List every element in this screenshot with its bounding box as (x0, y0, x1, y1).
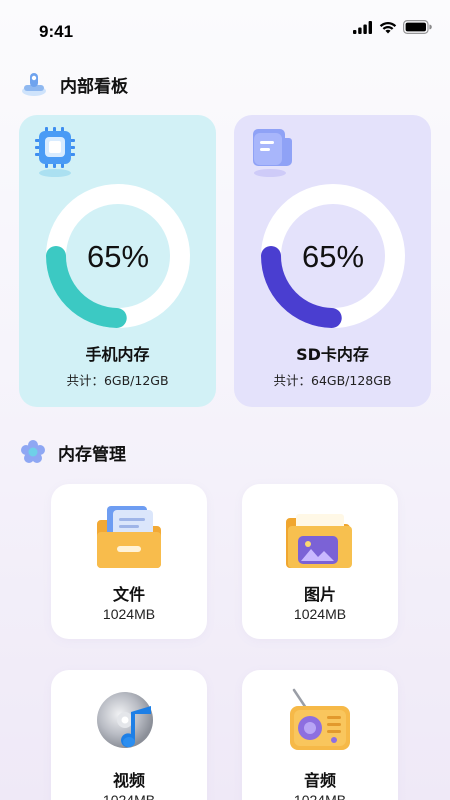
tile-files-size: 1024MB (102, 606, 156, 622)
phone-usage-percent: 65% (87, 239, 149, 274)
chip-icon (33, 127, 81, 183)
status-time: 9:41 (39, 22, 74, 41)
sd-storage-total: 共计：64GB/128GB (273, 373, 392, 388)
phone-usage-donut: 65% (46, 184, 190, 328)
dashboard-title: 内部看板 (60, 76, 128, 97)
dashboard-icon (22, 73, 46, 96)
tile-files-label: 文件 (112, 585, 145, 604)
status-icons (353, 20, 432, 34)
tile-photos[interactable]: 图片 1024MB (242, 484, 398, 639)
tile-photos-label: 图片 (303, 585, 336, 604)
signal-icon (353, 20, 372, 34)
management-header: 内存管理 (20, 439, 126, 465)
radio-icon (290, 688, 350, 750)
flower-icon (21, 440, 45, 463)
sd-card-icon (248, 127, 296, 183)
phone-storage-label: 手机内存 (85, 345, 150, 364)
folder-files-icon (97, 506, 161, 568)
status-bar: 9:41 (0, 0, 450, 58)
sd-storage-label: SD卡内存 (296, 345, 369, 364)
management-title: 内存管理 (58, 444, 126, 465)
disc-music-icon (97, 692, 153, 748)
tile-audio[interactable]: 音频 1024MB (242, 670, 398, 800)
phone-storage-card[interactable]: 65% 手机内存 共计：6GB/12GB (19, 115, 216, 407)
folder-photos-icon (286, 514, 352, 568)
sd-storage-card[interactable]: 65% SD卡内存 共计：64GB/128GB (234, 115, 431, 407)
tile-video-size: 1024MB (102, 792, 156, 800)
sd-usage-donut: 65% (261, 184, 405, 328)
tile-audio-label: 音频 (303, 771, 336, 790)
tile-video-label: 视频 (112, 771, 145, 790)
tile-video[interactable]: 视频 1024MB (51, 670, 207, 800)
wifi-icon (379, 21, 397, 33)
phone-storage-total: 共计：6GB/12GB (66, 373, 169, 388)
battery-icon (403, 20, 432, 34)
tile-photos-size: 1024MB (293, 606, 347, 622)
dashboard-header: 内部看板 (20, 70, 128, 98)
sd-usage-percent: 65% (302, 239, 364, 274)
tile-files[interactable]: 文件 1024MB (51, 484, 207, 639)
tile-audio-size: 1024MB (293, 792, 347, 800)
